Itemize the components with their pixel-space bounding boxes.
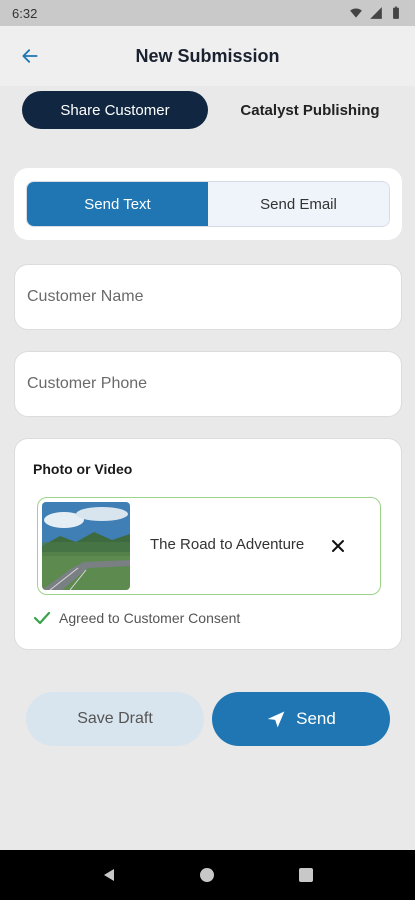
tab-catalyst-publishing[interactable]: Catalyst Publishing — [220, 91, 400, 129]
nav-home-button[interactable] — [195, 863, 219, 887]
send-email-option[interactable]: Send Email — [208, 182, 389, 226]
send-button-label: Send — [296, 709, 336, 728]
page-title: New Submission — [135, 45, 280, 66]
back-button[interactable] — [18, 44, 42, 68]
system-nav-bar — [0, 850, 415, 900]
status-time: 6:32 — [12, 5, 38, 21]
circle-home-icon — [200, 868, 215, 882]
media-item-title: The Road to Adventure — [150, 536, 305, 553]
wifi-icon — [350, 8, 362, 18]
consent-status: Agreed to Customer Consent — [33, 609, 240, 627]
signal-icon — [370, 7, 382, 19]
status-bar: 6:32 — [0, 0, 415, 26]
media-thumbnail — [42, 502, 130, 590]
media-card: Photo or Video The Road to Adventure Agr… — [14, 438, 402, 650]
send-icon — [267, 711, 285, 728]
nav-recents-button[interactable] — [294, 863, 318, 887]
customer-phone-input[interactable] — [27, 352, 387, 416]
status-icons — [349, 6, 403, 20]
media-section-label: Photo or Video — [33, 461, 133, 477]
consent-text: Agreed to Customer Consent — [59, 610, 241, 626]
send-text-option[interactable]: Send Text — [27, 182, 208, 226]
save-draft-button[interactable]: Save Draft — [26, 692, 204, 746]
customer-name-input[interactable] — [27, 265, 387, 329]
send-button[interactable]: Send — [212, 692, 390, 746]
tab-share-customer[interactable]: Share Customer — [22, 91, 208, 129]
send-method-card: Send Text Send Email — [14, 168, 402, 240]
triangle-back-icon — [104, 869, 115, 881]
customer-phone-card — [14, 351, 402, 417]
app-bar: New Submission — [0, 26, 415, 86]
media-item[interactable]: The Road to Adventure — [37, 497, 381, 595]
nav-back-button[interactable] — [97, 863, 121, 887]
remove-media-button[interactable] — [326, 534, 350, 558]
customer-name-card — [14, 264, 402, 330]
close-icon — [332, 540, 344, 552]
square-recents-icon — [298, 868, 313, 882]
top-tab-bar: Share Customer Catalyst Publishing — [18, 88, 400, 132]
check-icon — [33, 611, 51, 625]
send-method-toggle: Send Text Send Email — [26, 181, 390, 227]
arrow-left-icon — [22, 49, 38, 63]
battery-icon — [393, 6, 399, 19]
